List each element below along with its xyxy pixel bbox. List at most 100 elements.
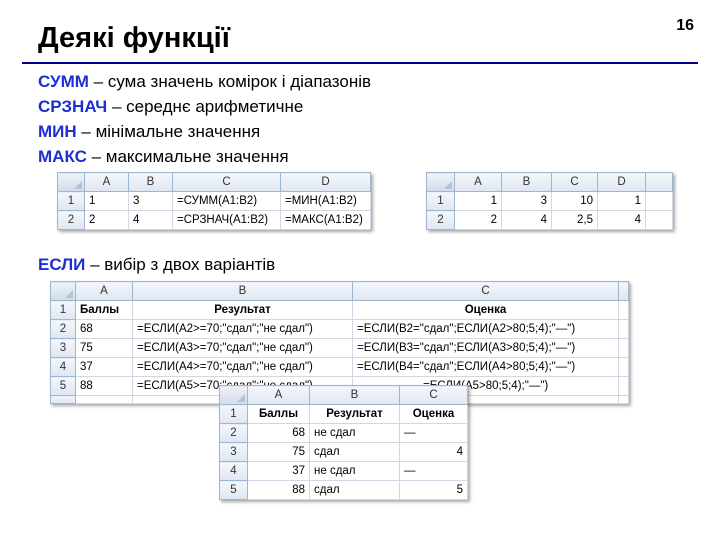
column-header[interactable]: C (399, 385, 468, 405)
cell[interactable]: 37 (75, 357, 133, 377)
table-row: 4 37 =ЕСЛИ(A4>=70;"сдал";"не сдал") =ЕСЛ… (50, 357, 629, 377)
definition-text: – середнє арифметичне (107, 97, 304, 116)
cell-empty[interactable] (618, 376, 629, 396)
row-header[interactable]: 2 (426, 210, 455, 230)
select-all-corner[interactable] (426, 172, 455, 192)
cell[interactable]: сдал (309, 442, 400, 462)
cell[interactable]: =СРЗНАЧ(A1:B2) (172, 210, 281, 230)
table-row: 1 Баллы Результат Оценка (219, 404, 468, 424)
cell[interactable]: 75 (247, 442, 310, 462)
row-header[interactable]: 1 (426, 191, 455, 211)
column-header[interactable]: C (172, 172, 281, 192)
row-header[interactable]: 1 (50, 300, 76, 320)
cell-empty[interactable] (75, 395, 133, 404)
cell[interactable]: 4 (399, 442, 468, 462)
definition-line-if: ЕСЛИ – вибір з двох варіантів (38, 255, 275, 275)
cell[interactable]: 88 (75, 376, 133, 396)
cell-empty[interactable] (618, 338, 629, 358)
column-header[interactable]: A (84, 172, 129, 192)
cell[interactable]: =ЕСЛИ(A4>=70;"сдал";"не сдал") (132, 357, 353, 377)
definition-line-sum: СУММ – сума значень комірок і діапазонів (38, 72, 371, 92)
cell-empty[interactable] (645, 191, 673, 211)
cell[interactable]: 3 (128, 191, 173, 211)
cell-empty[interactable] (645, 210, 673, 230)
cell[interactable]: 10 (551, 191, 598, 211)
cell[interactable]: 75 (75, 338, 133, 358)
table-row: 2 68 =ЕСЛИ(A2>=70;"сдал";"не сдал") =ЕСЛ… (50, 319, 629, 339)
cell[interactable]: — (399, 461, 468, 481)
select-all-corner[interactable] (50, 281, 76, 301)
cell[interactable]: не сдал (309, 461, 400, 481)
row-header[interactable]: 3 (219, 442, 248, 462)
cell[interactable]: не сдал (309, 423, 400, 443)
column-header[interactable]: A (75, 281, 133, 301)
cell[interactable]: — (399, 423, 468, 443)
cell[interactable]: 2 (84, 210, 129, 230)
row-header[interactable]: 2 (57, 210, 85, 230)
table-row: 2 68 не сдал — (219, 423, 468, 443)
column-header[interactable]: C (352, 281, 619, 301)
definition-text: – мінімальне значення (76, 122, 261, 141)
select-all-corner[interactable] (57, 172, 85, 192)
row-header[interactable]: 5 (50, 376, 76, 396)
cell[interactable]: =ЕСЛИ(A2>=70;"сдал";"не сдал") (132, 319, 353, 339)
column-header[interactable]: A (247, 385, 310, 405)
cell[interactable]: 2,5 (551, 210, 598, 230)
cell[interactable]: 1 (454, 191, 502, 211)
cell[interactable]: 4 (128, 210, 173, 230)
cell[interactable]: 68 (247, 423, 310, 443)
row-header[interactable]: 2 (50, 319, 76, 339)
cell[interactable]: 2 (454, 210, 502, 230)
cell[interactable]: 1 (597, 191, 646, 211)
table-row: 2 2 4 =СРЗНАЧ(A1:B2) =МАКС(A1:B2) (57, 210, 371, 230)
cell[interactable]: 4 (597, 210, 646, 230)
row-header[interactable]: 2 (219, 423, 248, 443)
cell[interactable]: =СУММ(A1:B2) (172, 191, 281, 211)
column-header[interactable]: C (551, 172, 598, 192)
cell[interactable]: =ЕСЛИ(B2="сдал";ЕСЛИ(A2>80;5;4);"—") (352, 319, 619, 339)
column-header[interactable]: A (454, 172, 502, 192)
cell[interactable]: 4 (501, 210, 552, 230)
select-all-corner[interactable] (219, 385, 248, 405)
column-header[interactable]: D (597, 172, 646, 192)
cell[interactable]: =ЕСЛИ(B4="сдал";ЕСЛИ(A4>80;5;4);"—") (352, 357, 619, 377)
cell-empty[interactable] (618, 395, 629, 404)
cell[interactable]: Баллы (75, 300, 133, 320)
cell[interactable]: 3 (501, 191, 552, 211)
cell[interactable]: =МИН(A1:B2) (280, 191, 371, 211)
cell[interactable]: =ЕСЛИ(A3>=70;"сдал";"не сдал") (132, 338, 353, 358)
cell[interactable]: =МАКС(A1:B2) (280, 210, 371, 230)
cell[interactable]: 1 (84, 191, 129, 211)
column-header[interactable]: B (132, 281, 353, 301)
cell[interactable]: Баллы (247, 404, 310, 424)
cell-empty[interactable] (618, 300, 629, 320)
cell[interactable]: Результат (309, 404, 400, 424)
cell[interactable]: 88 (247, 480, 310, 500)
column-header[interactable]: D (280, 172, 371, 192)
cell-empty[interactable] (618, 357, 629, 377)
column-header[interactable]: B (309, 385, 400, 405)
cell[interactable]: Оценка (352, 300, 619, 320)
column-header[interactable]: B (128, 172, 173, 192)
definition-text: – вибір з двох варіантів (85, 255, 276, 274)
row-header[interactable]: 1 (57, 191, 85, 211)
table-row: 3 75 =ЕСЛИ(A3>=70;"сдал";"не сдал") =ЕСЛ… (50, 338, 629, 358)
row-header-partial[interactable] (50, 395, 76, 404)
cell[interactable]: 5 (399, 480, 468, 500)
column-header-row: A B C D (57, 172, 371, 192)
row-header[interactable]: 3 (50, 338, 76, 358)
cell[interactable]: Результат (132, 300, 353, 320)
row-header[interactable]: 5 (219, 480, 248, 500)
column-header[interactable]: B (501, 172, 552, 192)
cell[interactable]: =ЕСЛИ(B3="сдал";ЕСЛИ(A3>80;5;4);"—") (352, 338, 619, 358)
cell[interactable]: Оценка (399, 404, 468, 424)
column-header-empty[interactable] (645, 172, 673, 192)
row-header[interactable]: 1 (219, 404, 248, 424)
cell[interactable]: сдал (309, 480, 400, 500)
cell[interactable]: 68 (75, 319, 133, 339)
row-header[interactable]: 4 (50, 357, 76, 377)
cell[interactable]: 37 (247, 461, 310, 481)
row-header[interactable]: 4 (219, 461, 248, 481)
column-header-empty[interactable] (618, 281, 629, 301)
cell-empty[interactable] (618, 319, 629, 339)
